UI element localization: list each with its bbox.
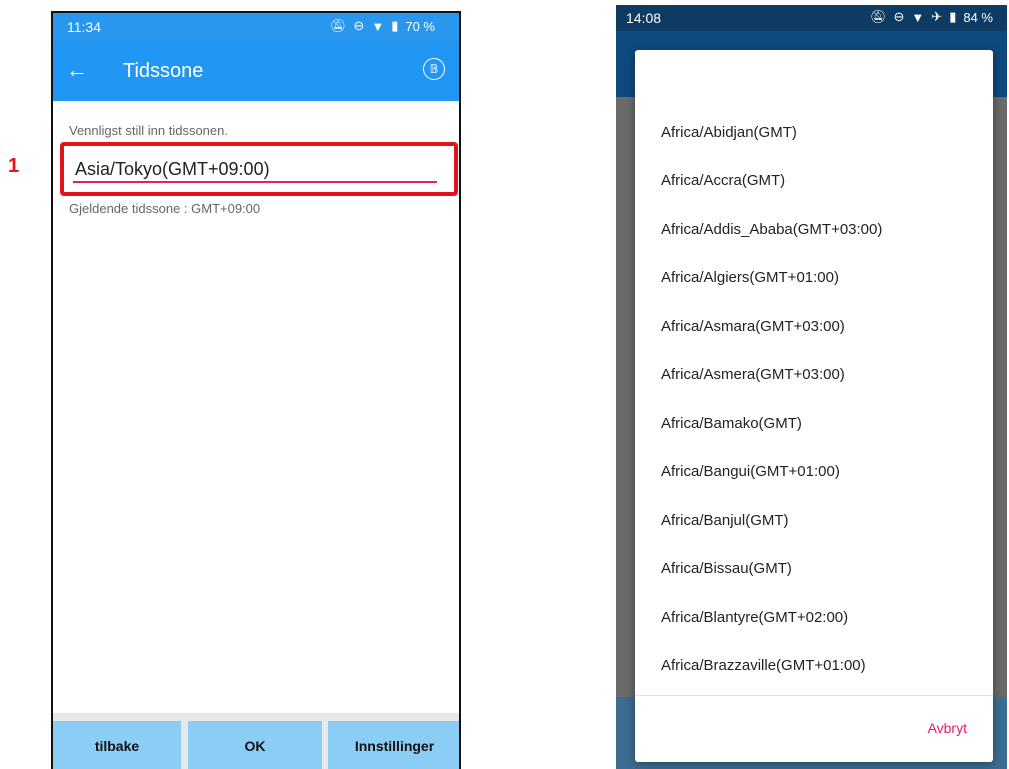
mute-icon: 🔕︎ bbox=[870, 9, 887, 24]
back-button[interactable]: tilbake bbox=[53, 721, 181, 769]
dialog-divider bbox=[635, 695, 993, 696]
timezone-list-item[interactable]: Africa/Bamako(GMT) bbox=[635, 399, 993, 448]
timezone-field-underline bbox=[73, 181, 437, 183]
status-bar: 14:08 🔕︎ ⊖ ▼ ✈ ▮ 84 % bbox=[616, 5, 1007, 31]
wifi-icon: ▼ bbox=[371, 18, 385, 34]
timezone-list-item[interactable]: Africa/Bangui(GMT+01:00) bbox=[635, 448, 993, 497]
status-bar: 11:34 🔕︎ ⊖ ▼ ▮ 70 % bbox=[53, 13, 459, 41]
bluetooth-icon[interactable]: 𝔹 bbox=[423, 58, 445, 80]
battery-level: 84 % bbox=[963, 9, 993, 25]
timezone-list-item[interactable]: Africa/Blantyre(GMT+02:00) bbox=[635, 593, 993, 642]
status-time: 14:08 bbox=[626, 10, 662, 26]
status-icons: 🔕︎ ⊖ ▼ ✈ ▮ 84 % bbox=[870, 9, 993, 25]
status-icons: 🔕︎ ⊖ ▼ ▮ 70 % bbox=[330, 18, 435, 34]
battery-icon: ▮ bbox=[391, 18, 399, 33]
timezone-list-item[interactable]: Africa/Abidjan(GMT) bbox=[635, 108, 993, 157]
timezone-list-item[interactable]: Africa/Algiers(GMT+01:00) bbox=[635, 254, 993, 303]
mute-icon: 🔕︎ bbox=[329, 18, 347, 33]
timezone-list-item[interactable]: Africa/Banjul(GMT) bbox=[635, 496, 993, 545]
cancel-button[interactable]: Avbryt bbox=[928, 720, 967, 736]
page-title: Tidssone bbox=[123, 60, 204, 82]
app-bar: ← Tidssone 𝔹 bbox=[53, 41, 459, 101]
ok-button[interactable]: OK bbox=[188, 721, 322, 769]
back-arrow-icon[interactable]: ← bbox=[65, 57, 89, 83]
timezone-hint-text: Vennligst still inn tidssonen. bbox=[69, 123, 228, 138]
timezone-picker-dialog: Africa/Abidjan(GMT) Africa/Accra(GMT) Afri… bbox=[635, 50, 993, 762]
timezone-list: Africa/Abidjan(GMT) Africa/Accra(GMT) Afri… bbox=[635, 108, 993, 690]
timezone-list-item[interactable]: Africa/Asmara(GMT+03:00) bbox=[635, 302, 993, 351]
current-timezone-text: Gjeldende tidssone : GMT+09:00 bbox=[69, 201, 261, 216]
timezone-select[interactable]: Asia/Tokyo(GMT+09:00) bbox=[75, 159, 270, 180]
airplane-icon: ✈ bbox=[931, 9, 943, 24]
battery-icon: ▮ bbox=[949, 9, 957, 24]
timezone-list-item[interactable]: Africa/Bissau(GMT) bbox=[635, 545, 993, 594]
timezone-list-item[interactable]: Africa/Brazzaville(GMT+01:00) bbox=[635, 642, 993, 691]
dnd-icon: ⊖ bbox=[893, 9, 905, 24]
timezone-list-item[interactable]: Africa/Accra(GMT) bbox=[635, 157, 993, 206]
battery-level: 70 % bbox=[405, 18, 435, 34]
timezone-list-item[interactable]: Africa/Asmera(GMT+03:00) bbox=[635, 351, 993, 400]
timezone-list-item[interactable]: Africa/Addis_Ababa(GMT+03:00) bbox=[635, 205, 993, 254]
wifi-icon: ▼ bbox=[911, 9, 925, 25]
status-time: 11:34 bbox=[67, 19, 101, 35]
settings-button[interactable]: Innstillinger bbox=[328, 721, 459, 769]
dnd-icon: ⊖ bbox=[353, 18, 365, 33]
callout-number-1: 1 bbox=[8, 155, 20, 177]
phone-screen-timezone-settings: 11:34 🔕︎ ⊖ ▼ ▮ 70 % ← Tidssone 𝔹 Vennlig… bbox=[51, 11, 461, 769]
